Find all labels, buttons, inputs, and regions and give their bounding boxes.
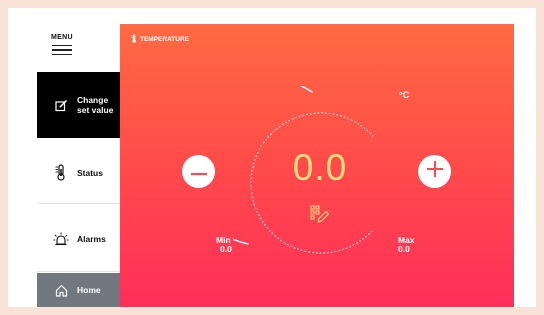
edit-icon [53, 97, 69, 113]
alarm-light-icon [53, 231, 69, 247]
increase-button[interactable] [418, 155, 451, 188]
panel-title: TEMPERATURE [131, 34, 189, 45]
menu-label: MENU [51, 34, 73, 41]
max-readout: Max 0.0 [398, 236, 415, 254]
nav-label-home: Home [77, 285, 101, 295]
setpoint-value: 0.0 [292, 147, 348, 188]
minus-icon [190, 163, 207, 181]
nav-label-status: Status [77, 167, 103, 178]
panel-title-text: TEMPERATURE [140, 36, 189, 43]
home-icon [53, 282, 69, 298]
nav-change-set-value[interactable]: Change set value [37, 72, 128, 138]
nav-label-alarms: Alarms [77, 233, 106, 244]
menu-button[interactable]: MENU [51, 34, 83, 60]
nav-home[interactable]: Home [37, 273, 120, 307]
min-readout: Min 0.0 [216, 236, 232, 254]
unit-label: °C [399, 90, 410, 100]
nav-label-change-set-value: Change set value [77, 95, 114, 115]
min-value: 0.0 [220, 244, 232, 254]
nav-alarms[interactable]: Alarms [37, 206, 120, 272]
edit-value-icon[interactable] [310, 205, 330, 225]
thermometer-icon [131, 34, 137, 45]
nav-status[interactable]: Status [37, 142, 120, 204]
hamburger-icon [52, 45, 72, 58]
max-value: 0.0 [398, 244, 410, 254]
temperature-panel: TEMPERATURE °C 0.0 Min 0.0 Max 0.0 [120, 24, 514, 307]
sidebar: MENU Change set value Status Alarms Home [37, 24, 128, 307]
plus-icon [426, 161, 443, 182]
thermometer-icon [53, 164, 69, 181]
decrease-button[interactable] [182, 155, 215, 188]
